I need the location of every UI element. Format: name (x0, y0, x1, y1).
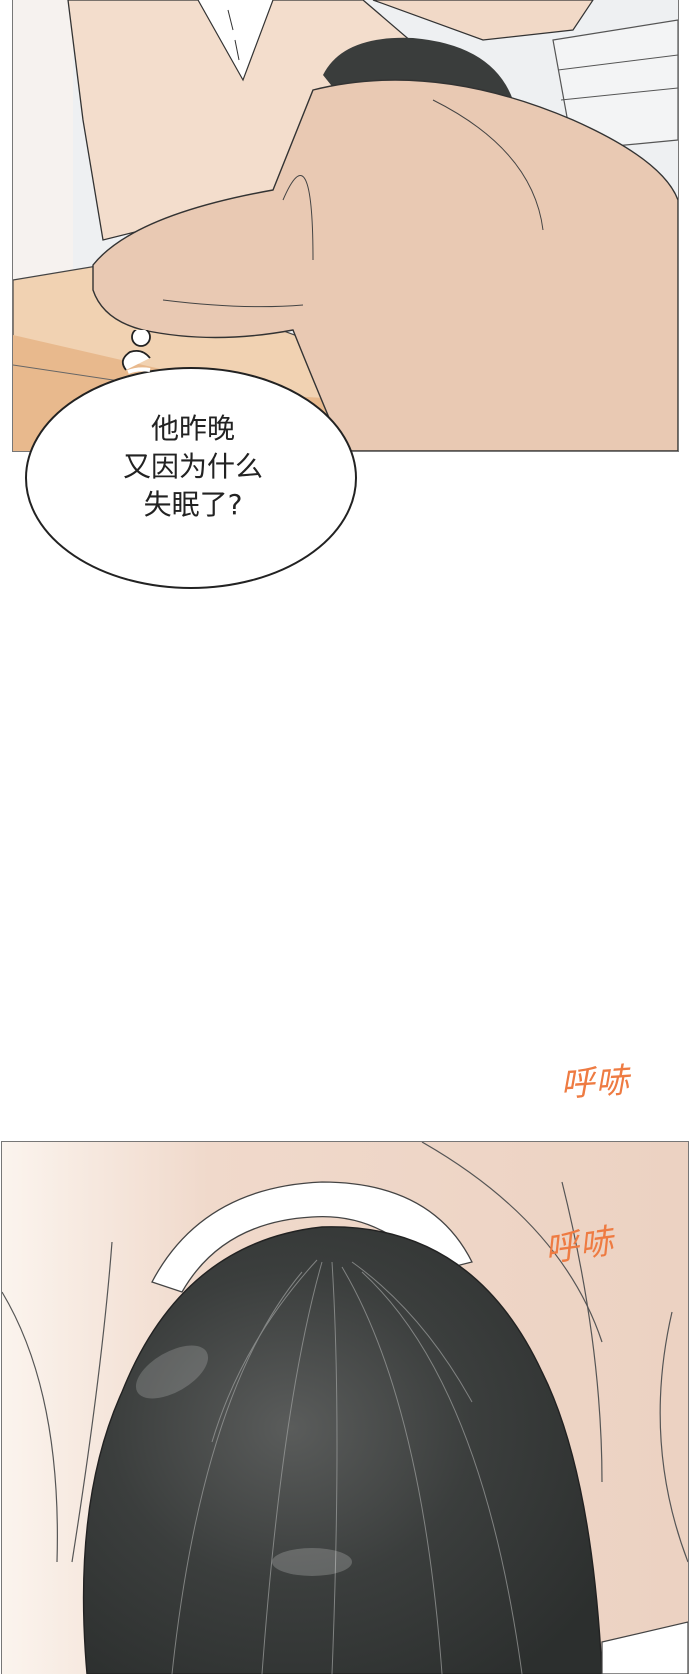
sound-effect-breathing-1: 呼哧 (558, 1060, 632, 1106)
thought-line-1: 他昨晚 (150, 412, 235, 445)
thought-bubble: 他昨晚 又因为什么 失眠了? (18, 330, 368, 595)
thought-line-2: 又因为什么 (122, 450, 263, 483)
thought-bubble-text: 他昨晚 又因为什么 失眠了? (18, 410, 368, 524)
panel-head-closeup: 呼哧 (1, 1141, 689, 1674)
thought-line-3: 失眠了? (143, 488, 243, 521)
sound-effect-breathing-2: 呼哧 (542, 1221, 617, 1271)
